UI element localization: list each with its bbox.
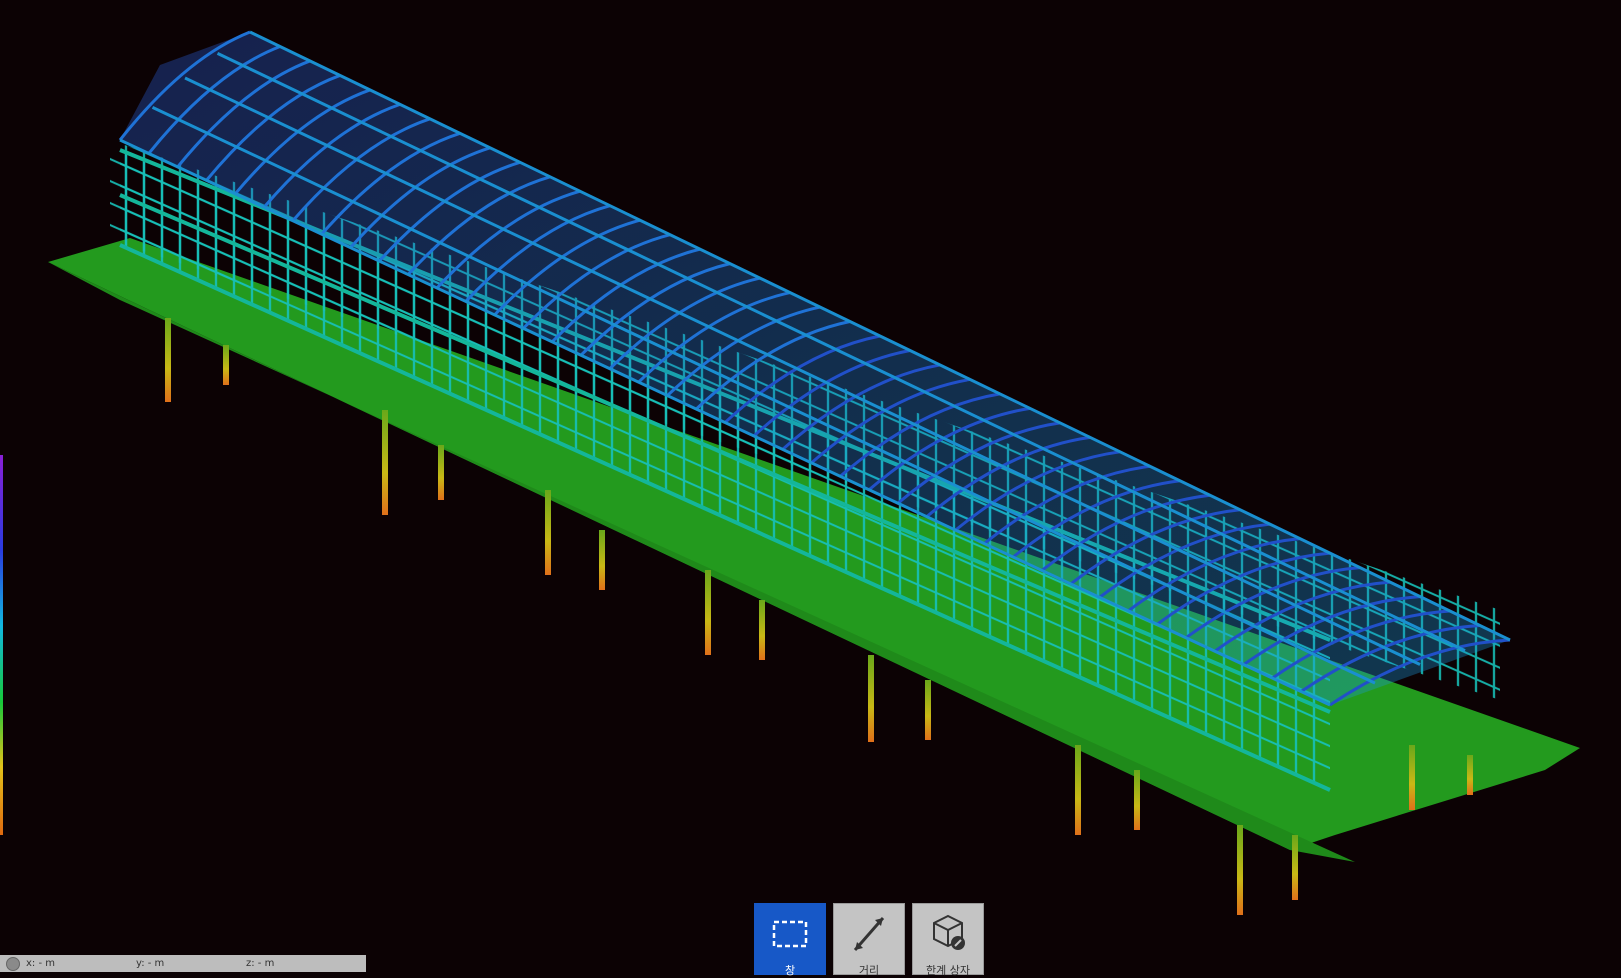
support-column	[925, 680, 931, 740]
globe-icon	[6, 956, 20, 971]
window-select-button[interactable]: 창	[754, 903, 826, 977]
platform-canopy-structure	[48, 30, 1580, 915]
bounding-box-button[interactable]: 한계 상자	[912, 903, 984, 977]
support-column	[438, 445, 444, 500]
point-cloud-render	[48, 30, 1580, 915]
coord-y: y: - m	[136, 958, 165, 969]
support-column	[1467, 755, 1473, 795]
support-column	[759, 600, 765, 660]
support-column	[545, 490, 551, 575]
select-window-icon	[772, 920, 808, 948]
support-column	[1075, 745, 1081, 835]
elevation-color-legend	[0, 455, 3, 835]
bounding-box-icon	[933, 914, 965, 950]
distance-button[interactable]: 거리	[833, 903, 905, 977]
support-column	[1237, 825, 1243, 915]
support-column	[1134, 770, 1140, 830]
support-column	[382, 410, 388, 515]
window-select-label: 창	[784, 964, 796, 977]
support-column	[1409, 745, 1415, 810]
measurement-toolbar: 창 거리 한계 상자	[754, 903, 984, 977]
point-cloud-viewport[interactable]	[0, 0, 1621, 972]
support-column	[705, 570, 711, 655]
support-column	[223, 345, 229, 385]
coord-z: z: - m	[246, 958, 275, 969]
bounding-box-label: 한계 상자	[926, 964, 970, 977]
measure-distance-icon	[853, 917, 885, 951]
coordinate-status-bar: x: - m y: - m z: - m	[0, 955, 366, 972]
support-column	[868, 655, 874, 742]
support-column	[1292, 835, 1298, 900]
roof-purlin	[119, 138, 1331, 707]
coord-x: x: - m	[26, 958, 55, 969]
support-column	[599, 530, 605, 590]
distance-label: 거리	[858, 964, 880, 977]
support-column	[165, 318, 171, 402]
